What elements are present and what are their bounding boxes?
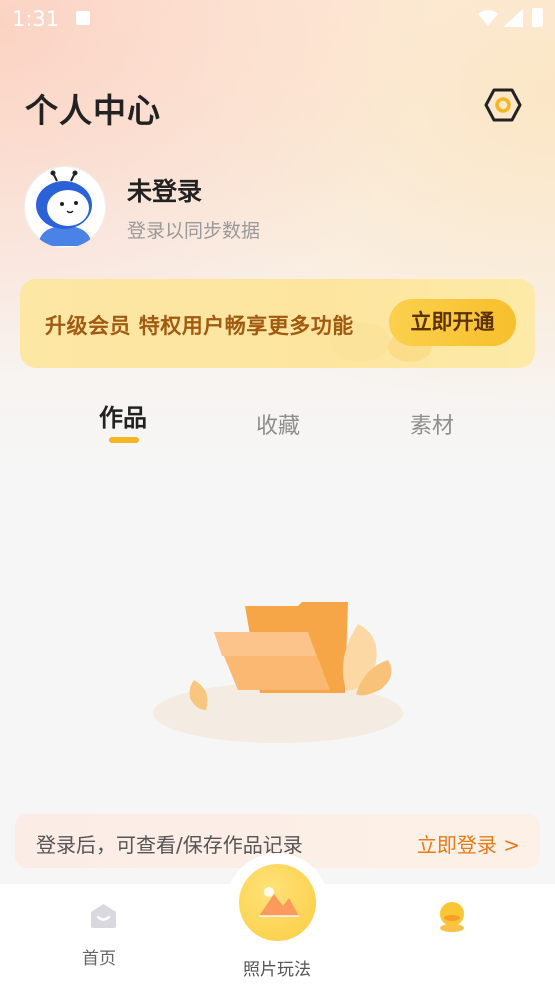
signal-icon [503, 9, 523, 27]
photo-play-button[interactable] [239, 864, 316, 941]
vip-banner[interactable]: 升级会员 特权用户畅享更多功能 立即开通 [20, 279, 535, 368]
tab-indicator [109, 437, 139, 443]
nav-photo-play-label[interactable]: 照片玩法 [243, 955, 311, 980]
status-bar: 1:31 [0, 0, 555, 38]
avatar[interactable] [24, 166, 106, 248]
home-icon[interactable] [89, 902, 118, 929]
tab-works[interactable]: 作品 [99, 398, 147, 433]
status-time: 1:31 [12, 7, 60, 31]
tab-materials[interactable]: 素材 [410, 408, 454, 440]
settings-icon[interactable] [484, 86, 522, 124]
empty-folder-icon [153, 602, 403, 743]
tab-favorites[interactable]: 收藏 [256, 408, 300, 440]
content-tabs: 作品 收藏 素材 [0, 398, 555, 448]
sim-icon [76, 11, 90, 25]
activate-vip-button[interactable]: 立即开通 [389, 299, 516, 346]
login-hint: 登录后，可查看/保存作品记录 [36, 833, 303, 857]
nav-home-label[interactable]: 首页 [82, 944, 116, 969]
battery-icon [532, 8, 543, 27]
mine-avatar-icon[interactable] [436, 900, 468, 932]
vip-text: 升级会员 特权用户畅享更多功能 [45, 314, 354, 338]
photo-icon [259, 887, 299, 917]
page-title: 个人中心 [25, 91, 161, 130]
robot-avatar-icon [25, 167, 105, 247]
username[interactable]: 未登录 [127, 172, 202, 208]
user-subtitle: 登录以同步数据 [127, 220, 261, 242]
login-now-link[interactable]: 立即登录 > [417, 829, 520, 858]
wifi-icon [478, 10, 498, 26]
